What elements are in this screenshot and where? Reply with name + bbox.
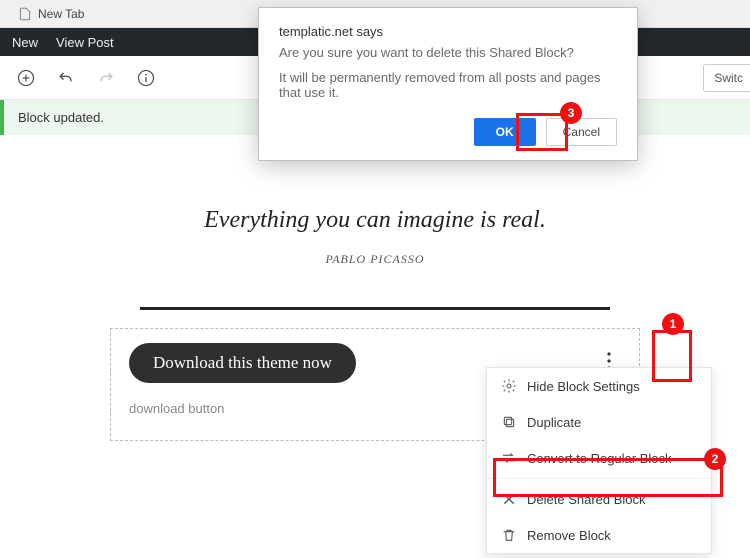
toolbar-left-group <box>8 60 164 96</box>
undo-icon <box>56 68 76 88</box>
dialog-cancel-button[interactable]: Cancel <box>546 118 617 146</box>
copy-icon <box>501 414 517 430</box>
add-block-button[interactable] <box>8 60 44 96</box>
gear-icon <box>501 378 517 394</box>
menubar-item-new[interactable]: New <box>12 35 38 50</box>
browser-tab[interactable]: New Tab <box>8 3 94 25</box>
menu-remove-block[interactable]: Remove Block <box>487 517 711 553</box>
quote-text[interactable]: Everything you can imagine is real. <box>110 207 640 234</box>
switch-editor-button[interactable]: Switc <box>703 64 750 92</box>
download-theme-button[interactable]: Download this theme now <box>129 343 356 383</box>
info-icon <box>136 68 156 88</box>
menu-label: Convert to Regular Block <box>527 451 672 466</box>
menu-label: Delete Shared Block <box>527 492 646 507</box>
menu-duplicate[interactable]: Duplicate <box>487 404 711 440</box>
redo-button[interactable] <box>88 60 124 96</box>
swap-icon <box>501 450 517 466</box>
menu-convert-regular[interactable]: Convert to Regular Block <box>487 440 711 476</box>
menu-label: Remove Block <box>527 528 611 543</box>
info-button[interactable] <box>128 60 164 96</box>
trash-icon <box>501 527 517 543</box>
close-icon <box>501 491 517 507</box>
confirm-dialog: templatic.net says Are you sure you want… <box>258 7 638 161</box>
menu-label: Hide Block Settings <box>527 379 640 394</box>
dialog-message-1: Are you sure you want to delete this Sha… <box>279 45 617 60</box>
menu-separator <box>487 478 711 479</box>
menu-hide-block-settings[interactable]: Hide Block Settings <box>487 368 711 404</box>
redo-icon <box>96 68 116 88</box>
plus-circle-icon <box>16 68 36 88</box>
browser-tab-title: New Tab <box>38 7 84 21</box>
page-icon <box>18 7 32 21</box>
menu-label: Duplicate <box>527 415 581 430</box>
dialog-message-2: It will be permanently removed from all … <box>279 70 617 100</box>
undo-button[interactable] <box>48 60 84 96</box>
menu-delete-shared-block[interactable]: Delete Shared Block <box>487 481 711 517</box>
dialog-title: templatic.net says <box>279 24 617 39</box>
separator-block[interactable] <box>140 307 610 310</box>
dialog-ok-button[interactable]: OK <box>474 118 536 146</box>
quote-citation[interactable]: PABLO PICASSO <box>110 252 640 267</box>
dialog-actions: OK Cancel <box>279 118 617 146</box>
menubar-item-view-post[interactable]: View Post <box>56 35 114 50</box>
notice-text: Block updated. <box>18 110 104 125</box>
block-options-menu: Hide Block Settings Duplicate Convert to… <box>486 367 712 554</box>
